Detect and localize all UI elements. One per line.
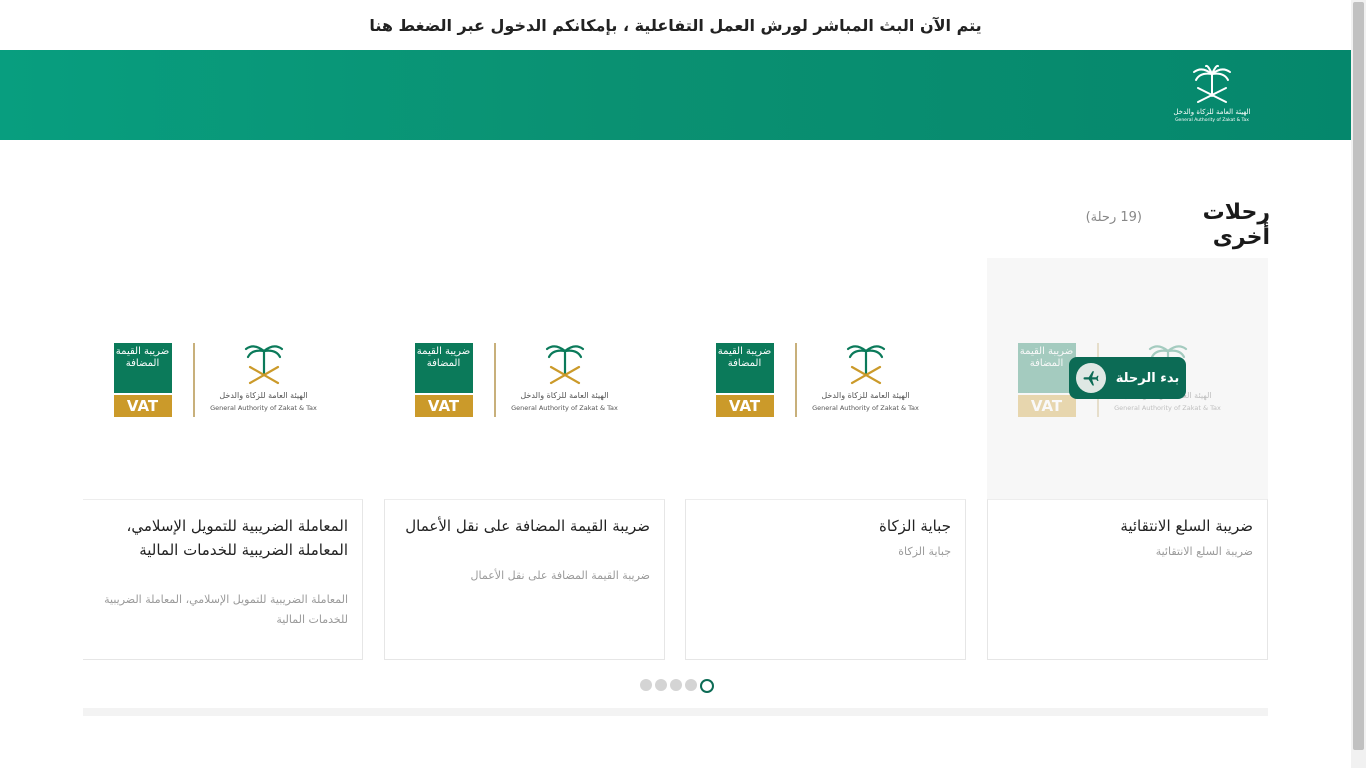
card-body: ضريبة القيمة المضافة على نقل الأعمال ضري… (384, 499, 665, 660)
section-count: (19 رحلة) (1085, 210, 1142, 225)
vat-badge-ar: ضريبة القيمة المضافة (1017, 342, 1076, 393)
plane-icon (1075, 363, 1106, 393)
vat-authority-en: General Authority of Zakat & Tax (812, 403, 919, 412)
card-title[interactable]: جباية الزكاة (703, 514, 951, 538)
pagination-dot[interactable] (655, 679, 667, 691)
vat-badge-ar: ضريبة القيمة المضافة (414, 342, 473, 393)
pagination-dot[interactable] (640, 679, 652, 691)
journey-card[interactable]: ضريبة القيمة المضافة VAT الهيئة العامة ل… (83, 258, 364, 660)
card-image: ضريبة القيمة المضافة VAT الهيئة العامة ل… (384, 258, 665, 499)
vat-badge: ضريبة القيمة المضافة VAT (414, 342, 473, 417)
card-body: المعاملة الضريبية للتمويل الإسلامي، المع… (83, 499, 363, 660)
vat-authority-en: General Authority of Zakat & Tax (1114, 403, 1221, 412)
divider (493, 342, 496, 417)
vat-logo: ضريبة القيمة المضافة VAT الهيئة العامة ل… (414, 339, 635, 419)
start-journey-button[interactable]: بدء الرحلة (1069, 357, 1186, 399)
vat-authority-ar: الهيئة العامة للزكاة والدخل (821, 390, 910, 400)
section-title: رحلات أخرى (1202, 200, 1270, 250)
divider (794, 342, 797, 417)
vat-badge: ضريبة القيمة المضافة VAT (113, 342, 172, 417)
palm-swords-icon (1193, 64, 1231, 103)
card-image: ضريبة القيمة المضافة VAT الهيئة العامة ل… (987, 258, 1268, 499)
vat-badge-en: VAT (715, 394, 774, 417)
card-title[interactable]: ضريبة السلع الانتقائية (1005, 514, 1253, 538)
card-description: جباية الزكاة (898, 545, 951, 558)
logo-text-en: General Authority of Zakat & Tax (1175, 118, 1249, 123)
card-image: ضريبة القيمة المضافة VAT الهيئة العامة ل… (83, 258, 364, 499)
site-header: الهيئة العامة للزكاة والدخل General Auth… (0, 50, 1351, 140)
vat-badge-en: VAT (414, 394, 473, 417)
journey-card[interactable]: ضريبة القيمة المضافة VAT الهيئة العامة ل… (987, 258, 1268, 660)
vat-badge-ar: ضريبة القيمة المضافة (715, 342, 774, 393)
pagination-dot-active[interactable] (700, 679, 714, 693)
card-title[interactable]: ضريبة القيمة المضافة على نقل الأعمال (402, 514, 650, 538)
section-divider (83, 708, 1268, 716)
vat-badge-ar: ضريبة القيمة المضافة (113, 342, 172, 393)
palm-swords-icon (244, 344, 283, 384)
divider (192, 342, 195, 417)
vat-logo: ضريبة القيمة المضافة VAT الهيئة العامة ل… (113, 339, 334, 419)
vat-authority-en: General Authority of Zakat & Tax (511, 403, 618, 412)
logo-text-ar: الهيئة العامة للزكاة والدخل (1173, 108, 1251, 116)
card-description: المعاملة الضريبية للتمويل الإسلامي، المع… (104, 593, 348, 626)
card-title[interactable]: المعاملة الضريبية للتمويل الإسلامي، المع… (100, 514, 349, 562)
vat-logo: ضريبة القيمة المضافة VAT الهيئة العامة ل… (715, 339, 936, 419)
pagination-dot[interactable] (685, 679, 697, 691)
vat-authority-ar: الهيئة العامة للزكاة والدخل (219, 390, 308, 400)
announcement-banner[interactable]: يتم الآن البث المباشر لورش العمل التفاعل… (0, 0, 1351, 50)
vat-badge: ضريبة القيمة المضافة VAT (1017, 342, 1076, 417)
card-description: ضريبة القيمة المضافة على نقل الأعمال (470, 569, 650, 582)
vat-badge-en: VAT (113, 394, 172, 417)
vat-badge: ضريبة القيمة المضافة VAT (715, 342, 774, 417)
palm-swords-icon (846, 344, 885, 384)
scrollbar-thumb[interactable] (1353, 2, 1364, 750)
carousel-pagination (640, 679, 714, 693)
journey-card[interactable]: ضريبة القيمة المضافة VAT الهيئة العامة ل… (384, 258, 665, 660)
gazt-logo[interactable]: الهيئة العامة للزكاة والدخل General Auth… (1164, 64, 1260, 128)
pagination-dot[interactable] (670, 679, 682, 691)
card-description: ضريبة السلع الانتقائية (1155, 545, 1253, 558)
card-body: ضريبة السلع الانتقائية ضريبة السلع الانت… (987, 499, 1268, 660)
announcement-text[interactable]: يتم الآن البث المباشر لورش العمل التفاعل… (369, 16, 981, 35)
vat-authority-en: General Authority of Zakat & Tax (210, 403, 317, 412)
palm-swords-icon (545, 344, 584, 384)
journey-card[interactable]: ضريبة القيمة المضافة VAT الهيئة العامة ل… (685, 258, 966, 660)
vat-badge-en: VAT (1017, 394, 1076, 417)
start-journey-label: بدء الرحلة (1115, 370, 1180, 386)
card-image: ضريبة القيمة المضافة VAT الهيئة العامة ل… (685, 258, 966, 499)
vat-authority-ar: الهيئة العامة للزكاة والدخل (520, 390, 609, 400)
card-body: جباية الزكاة جباية الزكاة (685, 499, 966, 660)
